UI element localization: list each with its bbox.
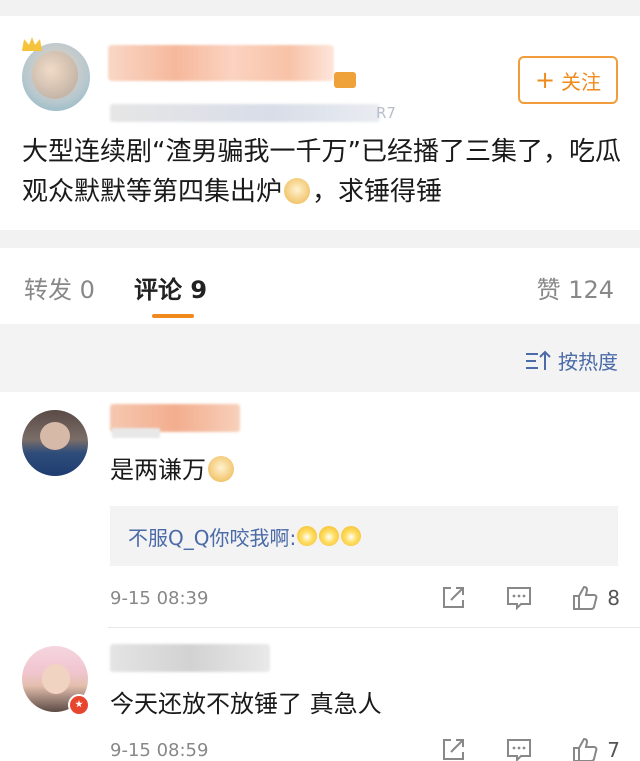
plus-icon: + — [534, 66, 556, 94]
comment-time: 9-15 08:59 — [110, 740, 209, 761]
commenter-name-sub-blurred — [112, 428, 160, 438]
sort-by-hot-button[interactable]: 按热度 — [524, 346, 618, 375]
like-count: 8 — [607, 586, 620, 610]
reply-preview[interactable]: 不服Q_Q你咬我啊: — [110, 506, 618, 566]
post-author-name-blurred[interactable] — [108, 45, 334, 81]
sort-icon — [526, 350, 551, 370]
like-icon[interactable] — [571, 584, 599, 612]
verified-badge-icon — [68, 694, 90, 716]
laugh-emoji — [297, 526, 318, 546]
share-icon[interactable] — [439, 584, 467, 612]
post-meta-tail: R7 — [376, 104, 396, 122]
crown-icon — [22, 37, 42, 51]
doge-emoji — [284, 178, 311, 204]
tab-repost[interactable]: 转发 0 — [24, 270, 95, 305]
post-meta-blurred — [110, 104, 380, 122]
comment-item: 是两谦万 不服Q_Q你咬我啊: 9-15 08:39 8 — [0, 392, 640, 628]
comment-item: 今天还放不放锤了 真急人 9-15 08:59 7 — [0, 628, 640, 761]
comment-icon[interactable] — [505, 584, 533, 612]
commenter-name-blurred[interactable] — [110, 644, 270, 672]
comment-text: 是两谦万 — [110, 450, 236, 485]
doge-emoji — [208, 456, 234, 482]
post-author-avatar[interactable] — [22, 43, 90, 111]
comment-actions: 8 — [439, 584, 620, 612]
comment-text: 今天还放不放锤了 真急人 — [110, 690, 382, 718]
like-count: 7 — [607, 738, 620, 761]
post-text: 大型连续剧“渣男骗我一千万”已经播了三集了，吃瓜观众默默等第四集出炉 ，求锤得锤 — [22, 132, 622, 212]
comment-actions: 7 — [439, 736, 620, 761]
post-card: R7 + 关注 大型连续剧“渣男骗我一千万”已经播了三集了，吃瓜观众默默等第四集… — [0, 16, 640, 230]
laugh-emoji — [319, 526, 340, 546]
comment-text-content: 是两谦万 — [110, 456, 206, 484]
comment-icon[interactable] — [505, 736, 533, 761]
post-text-part2: ，求锤得锤 — [312, 177, 443, 207]
active-tab-indicator — [152, 314, 194, 318]
vip-badge — [334, 72, 356, 88]
tab-comment[interactable]: 评论 9 — [134, 270, 207, 305]
share-icon[interactable] — [439, 736, 467, 761]
tab-bar: 转发 0 评论 9 赞 124 — [0, 248, 640, 324]
sort-bar: 按热度 — [0, 324, 640, 392]
follow-label: 关注 — [561, 69, 602, 94]
comment-time: 9-15 08:39 — [110, 588, 209, 609]
commenter-avatar[interactable] — [22, 410, 88, 476]
laugh-emoji — [341, 526, 362, 546]
section-separator — [0, 230, 640, 248]
follow-button[interactable]: + 关注 — [518, 56, 618, 104]
sort-label: 按热度 — [558, 350, 618, 374]
tab-like[interactable]: 赞 124 — [537, 270, 614, 305]
top-strip — [0, 0, 640, 16]
like-icon[interactable] — [571, 736, 599, 761]
reply-text: 不服Q_Q你咬我啊: — [128, 525, 297, 550]
